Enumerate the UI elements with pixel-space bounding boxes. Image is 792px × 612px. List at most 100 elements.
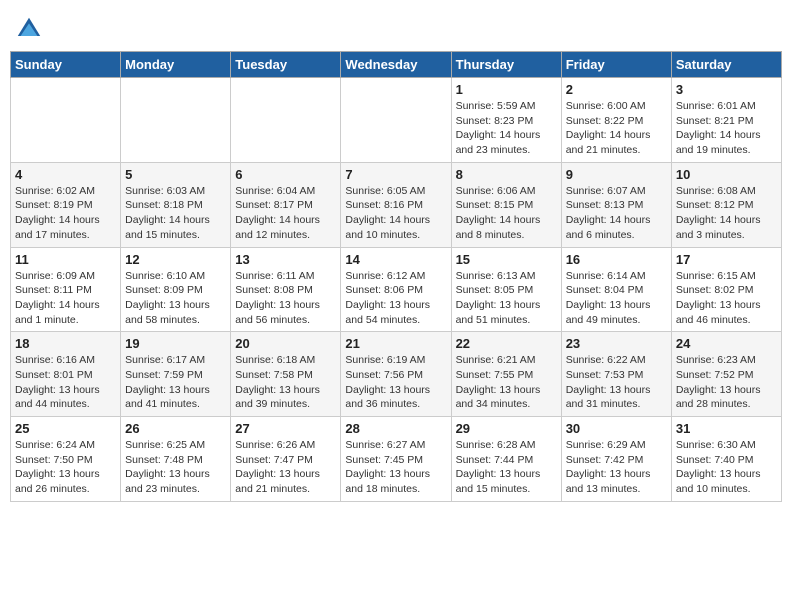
day-number: 6	[235, 167, 336, 182]
day-info: Sunrise: 6:16 AM Sunset: 8:01 PM Dayligh…	[15, 353, 116, 412]
day-cell: 21 Sunrise: 6:19 AM Sunset: 7:56 PM Dayli…	[341, 332, 451, 417]
day-cell: 5Sunrise: 6:03 AM Sunset: 8:18 PM Daylig…	[121, 162, 231, 247]
day-info: Sunrise: 6:27 AM Sunset: 7:45 PM Dayligh…	[345, 438, 446, 497]
day-of-week-monday: Monday	[121, 52, 231, 78]
day-number: 3	[676, 82, 777, 97]
day-cell: 22Sunrise: 6:21 AM Sunset: 7:55 PM Dayli…	[451, 332, 561, 417]
day-number: 12	[125, 252, 226, 267]
logo	[15, 15, 45, 43]
day-info: Sunrise: 6:00 AM Sunset: 8:22 PM Dayligh…	[566, 99, 667, 158]
day-number: 15	[456, 252, 557, 267]
day-cell: 6 Sunrise: 6:04 AM Sunset: 8:17 PM Daylig…	[231, 162, 341, 247]
day-cell: 11Sunrise: 6:09 AM Sunset: 8:11 PM Dayli…	[11, 247, 121, 332]
day-number: 21	[345, 336, 446, 351]
day-number: 23	[566, 336, 667, 351]
day-info: Sunrise: 6:30 AM Sunset: 7:40 PM Dayligh…	[676, 438, 777, 497]
day-cell: 14Sunrise: 6:12 AM Sunset: 8:06 PM Dayli…	[341, 247, 451, 332]
day-cell: 2Sunrise: 6:00 AM Sunset: 8:22 PM Daylig…	[561, 78, 671, 163]
day-number: 18	[15, 336, 116, 351]
day-info: Sunrise: 6:03 AM Sunset: 8:18 PM Dayligh…	[125, 184, 226, 243]
week-row-4: 18 Sunrise: 6:16 AM Sunset: 8:01 PM Dayli…	[11, 332, 782, 417]
day-cell: 31 Sunrise: 6:30 AM Sunset: 7:40 PM Dayli…	[671, 417, 781, 502]
day-info: Sunrise: 6:21 AM Sunset: 7:55 PM Dayligh…	[456, 353, 557, 412]
day-number: 19	[125, 336, 226, 351]
day-of-week-friday: Friday	[561, 52, 671, 78]
day-info: Sunrise: 6:23 AM Sunset: 7:52 PM Dayligh…	[676, 353, 777, 412]
day-number: 29	[456, 421, 557, 436]
day-of-week-tuesday: Tuesday	[231, 52, 341, 78]
day-number: 27	[235, 421, 336, 436]
day-cell: 4 Sunrise: 6:02 AM Sunset: 8:19 PM Daylig…	[11, 162, 121, 247]
header-row: SundayMondayTuesdayWednesdayThursdayFrid…	[11, 52, 782, 78]
day-cell: 30Sunrise: 6:29 AM Sunset: 7:42 PM Dayli…	[561, 417, 671, 502]
day-of-week-sunday: Sunday	[11, 52, 121, 78]
day-info: Sunrise: 6:08 AM Sunset: 8:12 PM Dayligh…	[676, 184, 777, 243]
day-number: 28	[345, 421, 446, 436]
day-info: Sunrise: 6:18 AM Sunset: 7:58 PM Dayligh…	[235, 353, 336, 412]
day-of-week-wednesday: Wednesday	[341, 52, 451, 78]
day-info: Sunrise: 6:17 AM Sunset: 7:59 PM Dayligh…	[125, 353, 226, 412]
day-info: Sunrise: 6:26 AM Sunset: 7:47 PM Dayligh…	[235, 438, 336, 497]
day-info: Sunrise: 6:09 AM Sunset: 8:11 PM Dayligh…	[15, 269, 116, 328]
day-info: Sunrise: 6:19 AM Sunset: 7:56 PM Dayligh…	[345, 353, 446, 412]
day-number: 17	[676, 252, 777, 267]
day-cell: 9Sunrise: 6:07 AM Sunset: 8:13 PM Daylig…	[561, 162, 671, 247]
day-info: Sunrise: 6:02 AM Sunset: 8:19 PM Dayligh…	[15, 184, 116, 243]
day-number: 26	[125, 421, 226, 436]
day-number: 16	[566, 252, 667, 267]
day-number: 30	[566, 421, 667, 436]
day-info: Sunrise: 6:28 AM Sunset: 7:44 PM Dayligh…	[456, 438, 557, 497]
week-row-1: 1 Sunrise: 5:59 AM Sunset: 8:23 PM Daylig…	[11, 78, 782, 163]
day-cell	[11, 78, 121, 163]
day-number: 8	[456, 167, 557, 182]
day-info: Sunrise: 6:04 AM Sunset: 8:17 PM Dayligh…	[235, 184, 336, 243]
day-number: 20	[235, 336, 336, 351]
day-info: Sunrise: 6:15 AM Sunset: 8:02 PM Dayligh…	[676, 269, 777, 328]
day-cell: 15 Sunrise: 6:13 AM Sunset: 8:05 PM Dayli…	[451, 247, 561, 332]
day-cell: 13 Sunrise: 6:11 AM Sunset: 8:08 PM Dayli…	[231, 247, 341, 332]
day-cell	[231, 78, 341, 163]
day-cell	[121, 78, 231, 163]
day-cell: 12 Sunrise: 6:10 AM Sunset: 8:09 PM Dayli…	[121, 247, 231, 332]
day-info: Sunrise: 6:01 AM Sunset: 8:21 PM Dayligh…	[676, 99, 777, 158]
day-number: 4	[15, 167, 116, 182]
week-row-2: 4 Sunrise: 6:02 AM Sunset: 8:19 PM Daylig…	[11, 162, 782, 247]
day-info: Sunrise: 6:10 AM Sunset: 8:09 PM Dayligh…	[125, 269, 226, 328]
day-info: Sunrise: 6:06 AM Sunset: 8:15 PM Dayligh…	[456, 184, 557, 243]
day-info: Sunrise: 5:59 AM Sunset: 8:23 PM Dayligh…	[456, 99, 557, 158]
calendar-table: SundayMondayTuesdayWednesdayThursdayFrid…	[10, 51, 782, 502]
day-cell: 29 Sunrise: 6:28 AM Sunset: 7:44 PM Dayli…	[451, 417, 561, 502]
day-cell: 17 Sunrise: 6:15 AM Sunset: 8:02 PM Dayli…	[671, 247, 781, 332]
day-cell: 28 Sunrise: 6:27 AM Sunset: 7:45 PM Dayli…	[341, 417, 451, 502]
day-info: Sunrise: 6:25 AM Sunset: 7:48 PM Dayligh…	[125, 438, 226, 497]
day-number: 7	[345, 167, 446, 182]
day-cell: 3 Sunrise: 6:01 AM Sunset: 8:21 PM Daylig…	[671, 78, 781, 163]
day-info: Sunrise: 6:12 AM Sunset: 8:06 PM Dayligh…	[345, 269, 446, 328]
day-number: 25	[15, 421, 116, 436]
day-cell: 24Sunrise: 6:23 AM Sunset: 7:52 PM Dayli…	[671, 332, 781, 417]
day-cell: 20 Sunrise: 6:18 AM Sunset: 7:58 PM Dayli…	[231, 332, 341, 417]
day-number: 31	[676, 421, 777, 436]
week-row-3: 11Sunrise: 6:09 AM Sunset: 8:11 PM Dayli…	[11, 247, 782, 332]
day-number: 9	[566, 167, 667, 182]
day-number: 13	[235, 252, 336, 267]
day-cell: 18 Sunrise: 6:16 AM Sunset: 8:01 PM Dayli…	[11, 332, 121, 417]
day-of-week-thursday: Thursday	[451, 52, 561, 78]
calendar-header: SundayMondayTuesdayWednesdayThursdayFrid…	[11, 52, 782, 78]
page-header	[10, 10, 782, 43]
logo-icon	[15, 15, 43, 43]
calendar-body: 1 Sunrise: 5:59 AM Sunset: 8:23 PM Daylig…	[11, 78, 782, 502]
day-number: 10	[676, 167, 777, 182]
day-info: Sunrise: 6:05 AM Sunset: 8:16 PM Dayligh…	[345, 184, 446, 243]
day-of-week-saturday: Saturday	[671, 52, 781, 78]
day-cell: 27 Sunrise: 6:26 AM Sunset: 7:47 PM Dayli…	[231, 417, 341, 502]
day-cell: 10 Sunrise: 6:08 AM Sunset: 8:12 PM Dayli…	[671, 162, 781, 247]
day-info: Sunrise: 6:11 AM Sunset: 8:08 PM Dayligh…	[235, 269, 336, 328]
day-cell: 23Sunrise: 6:22 AM Sunset: 7:53 PM Dayli…	[561, 332, 671, 417]
day-info: Sunrise: 6:24 AM Sunset: 7:50 PM Dayligh…	[15, 438, 116, 497]
week-row-5: 25 Sunrise: 6:24 AM Sunset: 7:50 PM Dayli…	[11, 417, 782, 502]
day-info: Sunrise: 6:14 AM Sunset: 8:04 PM Dayligh…	[566, 269, 667, 328]
day-info: Sunrise: 6:13 AM Sunset: 8:05 PM Dayligh…	[456, 269, 557, 328]
day-cell	[341, 78, 451, 163]
day-number: 1	[456, 82, 557, 97]
